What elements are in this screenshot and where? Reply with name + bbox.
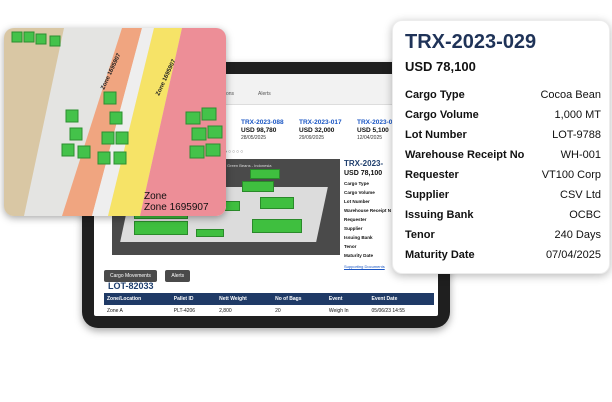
detail-label: Cargo Volume xyxy=(405,109,479,121)
pallet-stack xyxy=(61,143,75,157)
transaction-card[interactable]: TRX-2023-088 USD 98,780 28/05/2025 xyxy=(241,119,301,141)
nav-item-partial[interactable]: ons xyxy=(226,91,234,97)
pallet-rack xyxy=(242,181,274,192)
pallet-stack xyxy=(65,109,79,123)
detail-value: 07/04/2025 xyxy=(545,249,601,261)
detail-row: Lot Number LOT-9788 xyxy=(405,129,601,145)
pallet-stack xyxy=(189,145,205,159)
warehouse-3d-graphic: Zone Zone 1695907 Zone 1695907 Zone 1695… xyxy=(4,28,226,216)
table-cell: Zone A xyxy=(104,305,171,316)
pallet-stack xyxy=(49,35,61,47)
detail-row: Supplier CSV Ltd xyxy=(405,189,601,205)
detail-label: Tenor xyxy=(405,229,435,241)
detail-row: Issuing Bank OCBC xyxy=(405,209,601,225)
plan-label: Green Beans - Indonesia xyxy=(227,163,272,168)
table-cell: 20 xyxy=(272,305,326,316)
transaction-title: TRX-2023-029 xyxy=(405,31,537,53)
column-header[interactable]: Event Date xyxy=(368,293,434,305)
action-buttons: Cargo Movements Alerts xyxy=(104,264,194,282)
table-row[interactable]: Zone A PLT-4206 2,800 20 Weigh In 05/06/… xyxy=(104,305,434,316)
detail-label: Cargo Type xyxy=(405,89,465,101)
detail-row: Requester VT100 Corp xyxy=(405,169,601,185)
column-header[interactable]: No of Bags xyxy=(272,293,326,305)
detail-row: Cargo Volume 1,000 MT xyxy=(405,109,601,125)
detail-value: 1,000 MT xyxy=(554,109,601,121)
detail-label: Maturity Date xyxy=(405,249,475,261)
pallet-stack xyxy=(35,33,47,45)
transaction-amount: USD 98,780 xyxy=(241,127,277,134)
pallet-stack xyxy=(11,31,23,43)
pallet-stack xyxy=(115,131,129,145)
transaction-amount: USD 32,000 xyxy=(299,127,335,134)
pallet-stack xyxy=(201,107,217,121)
zone-label: Zone xyxy=(144,191,167,202)
warehouse-3d-view[interactable]: Zone Zone 1695907 Zone 1695907 Zone 1695… xyxy=(4,28,226,216)
detail-value: Cocoa Bean xyxy=(540,89,601,101)
lot-title: LOT-82033 xyxy=(108,281,154,291)
detail-value: VT100 Corp xyxy=(541,169,601,181)
detail-label: Issuing Bank xyxy=(405,209,474,221)
table-cell: Weigh In xyxy=(325,305,369,316)
pallet-stack xyxy=(101,131,115,145)
pallet-rack xyxy=(252,219,302,233)
detail-row: Warehouse Receipt No WH-001 xyxy=(405,149,601,165)
pallet-rack xyxy=(134,221,188,235)
pallet-stack xyxy=(109,111,123,125)
table-header-row: Zone/Location Pallet ID Nett Weight No o… xyxy=(104,293,434,305)
detail-label: Warehouse Receipt No xyxy=(405,149,525,161)
detail-label: Supplier xyxy=(405,189,450,201)
detail-value: OCBC xyxy=(569,209,601,221)
nav-item-alerts[interactable]: Alerts xyxy=(258,91,271,97)
detail-value: WH-001 xyxy=(560,149,601,161)
pallet-rack xyxy=(260,197,294,209)
pallet-rack xyxy=(250,169,280,179)
pallet-stack xyxy=(207,125,223,139)
transaction-date: 28/05/2025 xyxy=(241,135,267,141)
detail-row: Maturity Date 07/04/2025 xyxy=(405,249,601,265)
pallet-stack xyxy=(113,151,127,165)
lot-table: Zone/Location Pallet ID Nett Weight No o… xyxy=(104,293,434,316)
pallet-stack xyxy=(23,31,35,43)
alerts-button[interactable]: Alerts xyxy=(165,270,191,282)
column-header[interactable]: Pallet ID xyxy=(170,293,217,305)
column-header[interactable]: Nett Weight xyxy=(216,293,273,305)
column-header[interactable]: Event xyxy=(325,293,369,305)
pallet-stack xyxy=(69,127,83,141)
transaction-id: TRX-2023-017 xyxy=(299,119,342,126)
pallet-stack xyxy=(205,143,221,157)
table-cell: PLT-4206 xyxy=(170,305,217,316)
pallet-stack xyxy=(97,151,111,165)
pallet-stack xyxy=(77,145,91,159)
detail-row: Tenor 240 Days xyxy=(405,229,601,245)
carousel-dots[interactable]: ●○○○○ xyxy=(224,149,244,155)
table-cell: 2,800 xyxy=(216,305,273,316)
transaction-id: TRX-2023-088 xyxy=(241,119,284,126)
detail-label: Lot Number xyxy=(405,129,467,141)
detail-row: Cargo Type Cocoa Bean xyxy=(405,89,601,105)
detail-value: LOT-9788 xyxy=(552,129,601,141)
transaction-date: 29/09/2025 xyxy=(299,135,325,141)
column-header[interactable]: Zone/Location xyxy=(104,293,171,305)
pallet-rack xyxy=(196,229,224,237)
pallet-stack xyxy=(103,91,117,105)
table-cell: 05/06/23 14:55 xyxy=(368,305,434,316)
detail-value: CSV Ltd xyxy=(560,189,601,201)
transaction-amount: USD 78,100 xyxy=(405,59,476,74)
detail-value: 240 Days xyxy=(554,229,601,241)
detail-label: Requester xyxy=(405,169,459,181)
transaction-detail-card: TRX-2023-029 USD 78,100 Cargo Type Cocoa… xyxy=(392,20,610,274)
pallet-stack xyxy=(185,111,201,125)
pallet-stack xyxy=(191,127,207,141)
transaction-card[interactable]: TRX-2023-017 USD 32,000 29/09/2025 xyxy=(299,119,359,141)
zone-label: Zone 1695907 xyxy=(144,202,209,213)
